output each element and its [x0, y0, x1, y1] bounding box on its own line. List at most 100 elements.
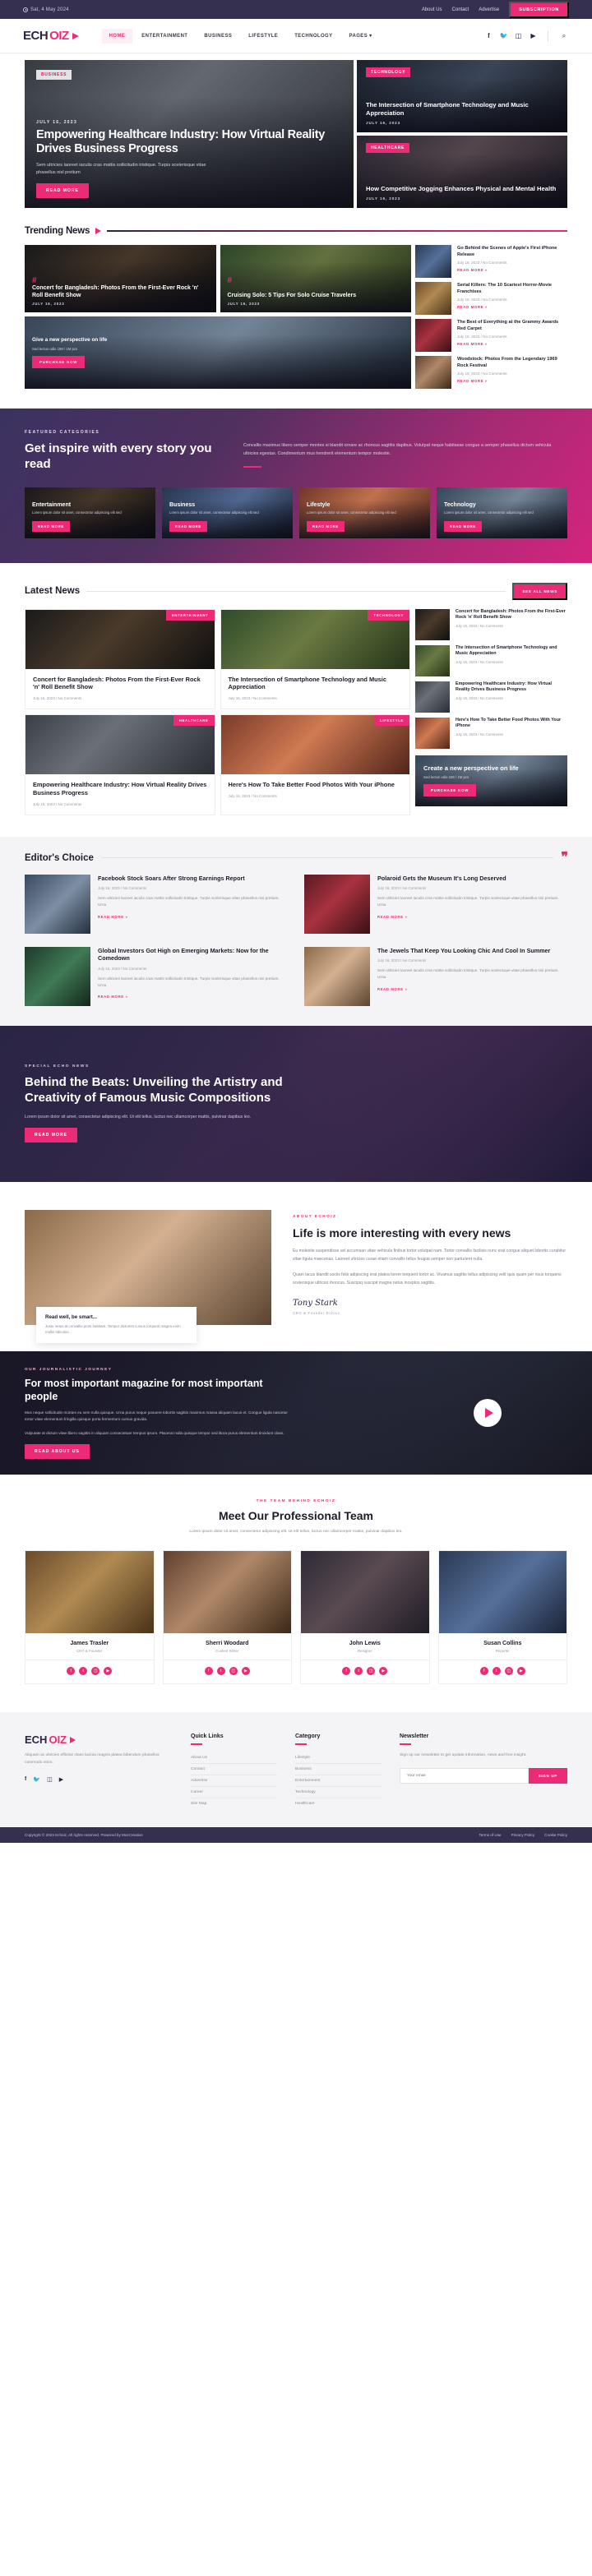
footer-link-sitemap[interactable]: Site Map [191, 1798, 277, 1809]
news-card-title-0[interactable]: Concert for Bangladesh: Photos From the … [33, 676, 207, 692]
list-item[interactable]: Woodstock: Photos From the Legendary 196… [415, 356, 567, 389]
category-card-button-2[interactable]: READ MORE [307, 520, 345, 532]
editor-item-read-more-2[interactable]: READ MORE » [98, 995, 288, 999]
list-item-read-more[interactable]: READ MORE » [457, 305, 567, 309]
youtube-icon[interactable]: ▶ [59, 1776, 63, 1783]
category-card-technology[interactable]: Technology Lorem ipsum dolor sit amet, c… [437, 487, 567, 538]
hero-card-category-1[interactable]: HEALTHCARE [366, 143, 410, 153]
list-item-title[interactable]: Woodstock: Photos From the Legendary 196… [457, 356, 567, 369]
list-item[interactable]: Empowering Healthcare Industry: How Virt… [415, 681, 567, 713]
category-card-entertainment[interactable]: Entertainment Lorem ipsum dolor sit amet… [25, 487, 155, 538]
editor-item-title-1[interactable]: Polaroid Gets the Museum It's Long Deser… [377, 875, 567, 883]
list-item-read-more[interactable]: READ MORE » [457, 268, 567, 272]
trending-card-title-1[interactable]: Cruising Solo: 5 Tips For Solo Cruise Tr… [228, 292, 405, 299]
hero-card-category-0[interactable]: TECHNOLOGY [366, 67, 411, 77]
editor-item-title-2[interactable]: Global Investors Got High on Emerging Ma… [98, 947, 288, 963]
subscription-button[interactable]: SUBSCRIPTION [509, 1, 569, 18]
footer-link-career[interactable]: Career [191, 1787, 277, 1799]
list-item[interactable]: Serial Killers: The 10 Scariest Horror-M… [415, 282, 567, 315]
footer-cat-lifestyle[interactable]: Lifestyle [295, 1752, 382, 1765]
news-card-3[interactable]: LIFESTYLE Here's How To Take Better Food… [220, 714, 410, 815]
hero-category-badge[interactable]: BUSINESS [36, 70, 72, 80]
news-card-title-3[interactable]: Here's How To Take Better Food Photos Wi… [229, 781, 403, 789]
trending-card-title-0[interactable]: Concert for Bangladesh: Photos From the … [32, 284, 209, 299]
team-member-1[interactable]: Sherri Woodard Content Writer f t ◫ ▶ [162, 1550, 292, 1685]
footer-link-about[interactable]: About Us [191, 1752, 277, 1765]
list-item-title[interactable]: Concert for Bangladesh: Photos From the … [456, 609, 567, 622]
newsletter-email-input[interactable] [400, 1768, 529, 1784]
instagram-icon[interactable]: ◫ [504, 1667, 513, 1676]
twitter-icon[interactable]: t [354, 1667, 363, 1676]
news-card-tag-3[interactable]: LIFESTYLE [374, 715, 409, 727]
news-card-2[interactable]: HEALTHCARE Empowering Healthcare Industr… [25, 714, 215, 815]
nav-item-pages[interactable]: PAGES ▾ [342, 28, 380, 44]
youtube-icon[interactable]: ▶ [241, 1667, 250, 1676]
trending-card-1[interactable]: # Cruising Solo: 5 Tips For Solo Cruise … [220, 245, 411, 312]
youtube-icon[interactable]: ▶ [516, 1667, 525, 1676]
news-card-tag-1[interactable]: TECHNOLOGY [368, 609, 409, 621]
list-item-title[interactable]: The Intersection of Smartphone Technolog… [456, 645, 567, 658]
hero-card-technology[interactable]: TECHNOLOGY The Intersection of Smartphon… [357, 60, 567, 132]
sidebar-promo-card[interactable]: Create a new perspective on life Sed lec… [415, 755, 567, 806]
list-item[interactable]: The Best of Everything at the Grammy Awa… [415, 319, 567, 352]
site-logo[interactable]: ECH OIZ [23, 29, 79, 43]
hero-card-title-0[interactable]: The Intersection of Smartphone Technolog… [366, 101, 558, 118]
twitter-icon[interactable]: 🐦 [33, 1776, 40, 1783]
category-card-lifestyle[interactable]: Lifestyle Lorem ipsum dolor sit amet, co… [299, 487, 430, 538]
nav-item-lifestyle[interactable]: LIFESTYLE [241, 29, 285, 44]
banner-read-more-button[interactable]: READ MORE [25, 1127, 77, 1143]
topbar-link-about[interactable]: About Us [422, 7, 442, 12]
list-item[interactable]: Concert for Bangladesh: Photos From the … [415, 608, 567, 640]
topbar-link-contact[interactable]: Contact [452, 7, 469, 12]
list-item[interactable]: Go Behind the Scenes of Apple's First iP… [415, 245, 567, 278]
nav-item-home[interactable]: HOME [101, 28, 133, 44]
facebook-icon[interactable]: f [204, 1667, 213, 1676]
facebook-icon[interactable]: 𝐟 [25, 1776, 26, 1783]
facebook-icon[interactable]: 𝐟 [485, 32, 493, 39]
hero-main-card[interactable]: BUSINESS JULY 16, 2023 Empowering Health… [25, 60, 354, 208]
instagram-icon[interactable]: ◫ [47, 1776, 53, 1783]
news-card-title-1[interactable]: The Intersection of Smartphone Technolog… [229, 676, 403, 692]
facebook-icon[interactable]: f [479, 1667, 488, 1676]
youtube-icon[interactable]: ▶ [104, 1667, 113, 1676]
legal-cookie[interactable]: Cookie Policy [544, 1833, 567, 1837]
instagram-icon[interactable]: ◫ [515, 32, 522, 39]
twitter-icon[interactable]: t [216, 1667, 225, 1676]
news-card-title-2[interactable]: Empowering Healthcare Industry: How Virt… [33, 781, 207, 797]
footer-logo[interactable]: ECH OIZ [25, 1733, 173, 1746]
news-card-0[interactable]: ENTERTAINMENT Concert for Bangladesh: Ph… [25, 608, 215, 710]
nav-item-entertainment[interactable]: ENTERTAINMENT [134, 29, 195, 44]
list-item-title[interactable]: Here's How To Take Better Food Photos Wi… [456, 718, 567, 731]
list-item-title[interactable]: Empowering Healthcare Industry: How Virt… [456, 681, 567, 695]
footer-link-advertise[interactable]: Advertise [191, 1775, 277, 1788]
category-card-business[interactable]: Business Lorem ipsum dolor sit amet, con… [162, 487, 293, 538]
footer-cat-business[interactable]: Business [295, 1764, 382, 1776]
instagram-icon[interactable]: ◫ [367, 1667, 376, 1676]
editor-item-title-3[interactable]: The Jewels That Keep You Looking Chic An… [377, 947, 567, 955]
list-item[interactable]: Here's How To Take Better Food Photos Wi… [415, 717, 567, 749]
editor-item-1[interactable]: Polaroid Gets the Museum It's Long Deser… [304, 874, 567, 934]
nav-item-business[interactable]: BUSINESS [197, 29, 239, 44]
instagram-icon[interactable]: ◫ [91, 1667, 100, 1676]
editor-item-3[interactable]: The Jewels That Keep You Looking Chic An… [304, 946, 567, 1006]
youtube-icon[interactable]: ▶ [530, 32, 537, 39]
footer-cat-entertainment[interactable]: Entertainment [295, 1775, 382, 1788]
twitter-icon[interactable]: 🐦 [500, 32, 508, 39]
list-item[interactable]: The Intersection of Smartphone Technolog… [415, 644, 567, 676]
search-icon[interactable]: ⌕ [559, 31, 569, 41]
twitter-icon[interactable]: t [79, 1667, 88, 1676]
editor-item-read-more-3[interactable]: READ MORE » [377, 987, 567, 991]
team-member-3[interactable]: Susan Collins Reporter f t ◫ ▶ [437, 1550, 567, 1685]
trending-promo-button[interactable]: PURCHASE NOW [32, 355, 86, 368]
facebook-icon[interactable]: f [67, 1667, 76, 1676]
editor-item-read-more-0[interactable]: READ MORE » [98, 915, 288, 919]
list-item-read-more[interactable]: READ MORE » [457, 342, 567, 346]
editor-item-0[interactable]: Facebook Stock Soars After Strong Earnin… [25, 874, 288, 934]
team-member-0[interactable]: James Trasler CEO & Founder f t ◫ ▶ [25, 1550, 155, 1685]
trending-card-0[interactable]: # Concert for Bangladesh: Photos From th… [25, 245, 216, 312]
trending-promo-card[interactable]: Give a new perspective on life Sed lectu… [25, 316, 411, 389]
magazine-about-button[interactable]: READ ABOUT US [25, 1443, 90, 1459]
list-item-title[interactable]: The Best of Everything at the Grammy Awa… [457, 319, 567, 332]
editor-item-title-0[interactable]: Facebook Stock Soars After Strong Earnin… [98, 875, 288, 883]
news-card-tag-2[interactable]: HEALTHCARE [173, 715, 215, 727]
